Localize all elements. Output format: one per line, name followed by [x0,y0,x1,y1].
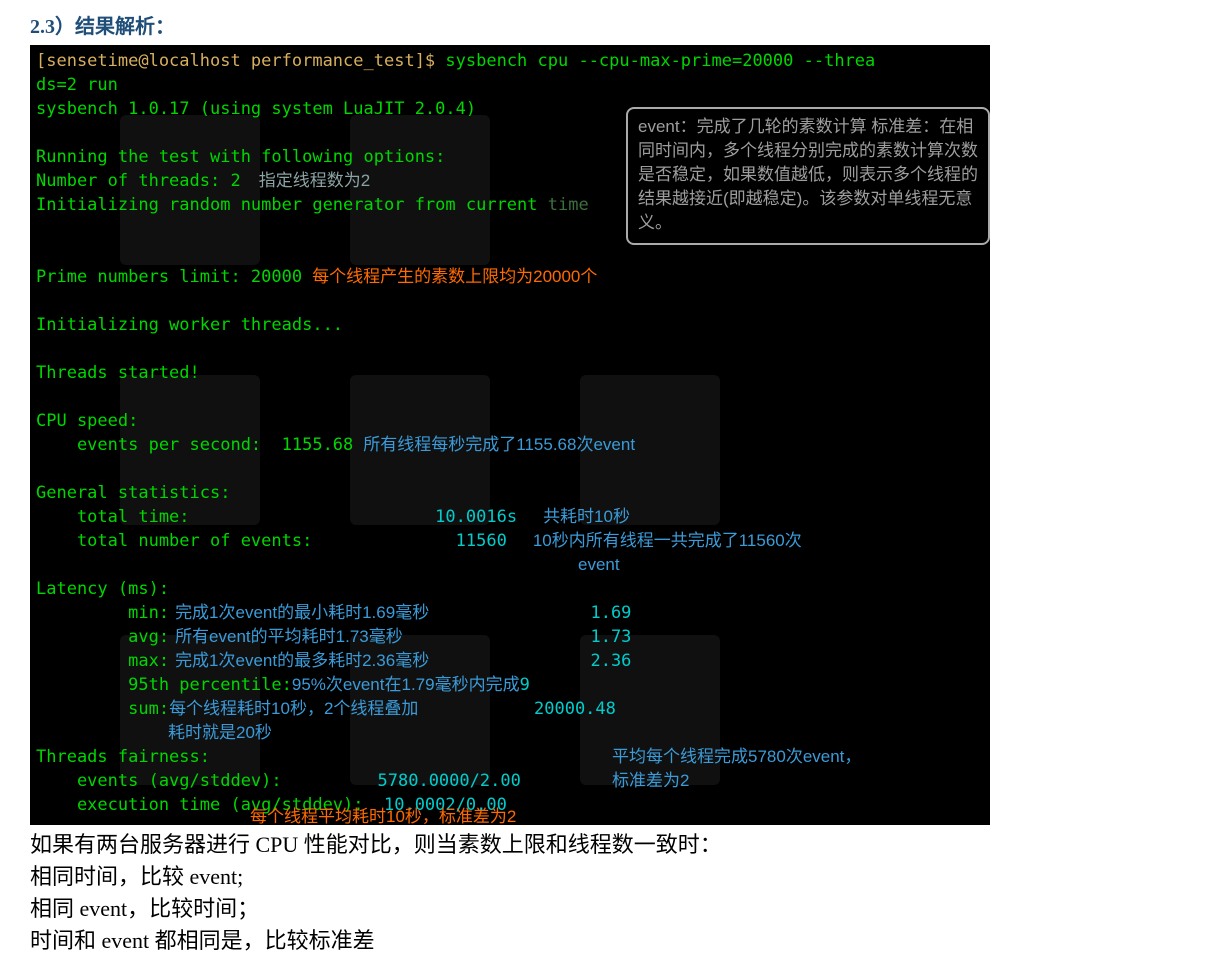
init-rng-tail: time [548,195,589,215]
threads-count: Number of threads: 2 [36,171,241,191]
events-avg-stddev-value: 5780.0000/2.00 [378,771,521,791]
total-time-value: 10.0016s [435,507,517,527]
annotation: 耗时就是20秒 [168,721,272,745]
annotation: 每个线程产生的素数上限均为20000个 [312,267,597,286]
annotation: 95%次event在1.79毫秒内完成 [292,675,520,694]
general-statistics-header: General statistics: [36,481,230,505]
annotation: 标准差为2 [612,769,689,793]
threads-started: Threads started! [36,361,200,385]
terminal-output: [sensetime@localhost performance_test]$ … [30,45,990,825]
init-rng: Initializing random number generator fro… [36,195,548,215]
prime-limit: Prime numbers limit: 20000 [36,267,302,287]
latency-header: Latency (ms): [36,577,169,601]
total-time-label: total time: [36,507,435,527]
events-avg-stddev-label: events (avg/stddev): [36,771,364,791]
bg-card [350,115,490,265]
init-workers: Initializing worker threads... [36,313,343,337]
latency-sum-label: sum: [36,699,169,719]
latency-min-label: min: [36,603,169,623]
latency-min-value: 1.69 [570,601,631,625]
annotation: 指定线程数为2 [259,171,370,190]
annotation: 完成1次event的最多耗时2.36毫秒 [175,651,429,670]
body-line: 相同时间，比较 event; [30,861,1198,893]
latency-pct-tail: 9 [520,675,530,695]
body-line: 如果有两台服务器进行 CPU 性能对比，则当素数上限和线程数一致时： [30,829,1198,861]
annotation: 完成1次event的最小耗时1.69毫秒 [175,603,429,622]
latency-pct-label: 95th percentile: [36,675,292,695]
section-heading: 2.3）结果解析： [30,10,1198,39]
annotation: 所有线程每秒完成了1155.68次event [363,435,635,454]
prompt: [sensetime@localhost performance_test]$ [36,51,445,71]
command-text: ds=2 run [36,73,118,97]
threads-fairness-header: Threads fairness: [36,745,210,769]
annotation: event [578,553,620,577]
latency-avg-value: 1.73 [570,625,631,649]
latency-max-value: 2.36 [570,649,631,673]
latency-avg-label: avg: [36,627,169,647]
latency-sum-value: 20000.48 [534,697,616,721]
body-line: 时间和 event 都相同是，比较标准差 [30,925,1198,957]
annotation: 共耗时10秒 [543,507,630,526]
running-options: Running the test with following options: [36,145,445,169]
command-text: sysbench cpu --cpu-max-prime=20000 --thr… [445,51,875,71]
annotation: 每个线程平均耗时10秒，标准差为2 [250,805,516,825]
total-events-label: total number of events: [36,531,435,551]
total-events-value: 11560 [435,531,507,551]
latency-max-label: max: [36,651,169,671]
explanation-text: 如果有两台服务器进行 CPU 性能对比，则当素数上限和线程数一致时： 相同时间，… [30,829,1198,957]
annotation: 所有event的平均耗时1.73毫秒 [175,627,403,646]
cpu-speed-header: CPU speed: [36,409,138,433]
annotation: 平均每个线程完成5780次event， [612,745,861,769]
annotation: 10秒内所有线程一共完成了11560次 [533,531,802,550]
sysbench-version: sysbench 1.0.17 (using system LuaJIT 2.0… [36,97,476,121]
callout-box: event：完成了几轮的素数计算 标准差：在相同时间内，多个线程分别完成的素数计… [626,107,990,245]
annotation: 每个线程耗时10秒，2个线程叠加 [169,699,418,718]
body-line: 相同 event，比较时间； [30,893,1198,925]
events-per-second: events per second: 1155.68 [36,435,353,455]
